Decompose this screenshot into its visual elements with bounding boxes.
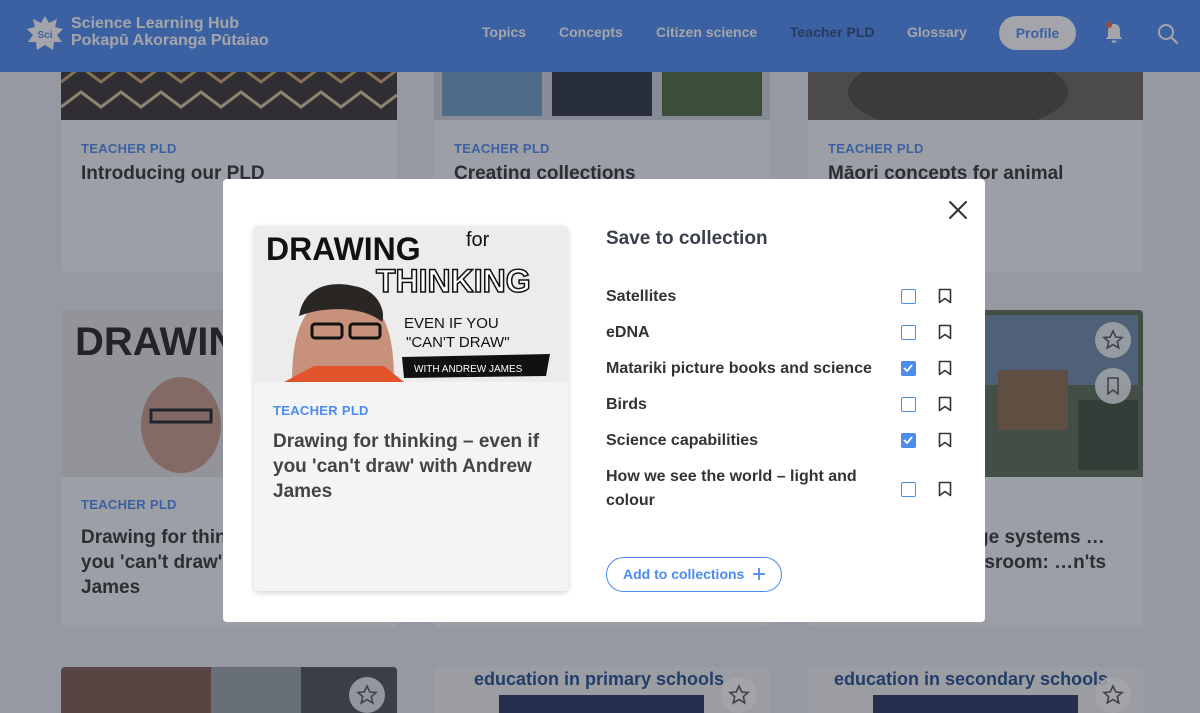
collection-label: Satellites [606, 288, 677, 305]
bookmark-icon[interactable] [938, 324, 952, 340]
checkmark-icon [903, 364, 913, 373]
bookmark-icon[interactable] [938, 288, 952, 304]
collection-label: Science capabilities [606, 432, 759, 449]
collection-label: Matariki picture books and science [606, 360, 872, 377]
bookmark-icon[interactable] [938, 396, 952, 412]
collection-label: How we see the world – light and colour [606, 468, 857, 509]
collection-checkbox-checked[interactable] [901, 433, 916, 448]
add-to-collections-button[interactable]: Add to collections [606, 557, 782, 592]
collection-checkbox[interactable] [901, 325, 916, 340]
svg-text:THINKING: THINKING [376, 263, 531, 299]
close-icon[interactable] [943, 195, 973, 225]
svg-text:"CAN'T DRAW": "CAN'T DRAW" [406, 334, 510, 351]
collection-checkbox-checked[interactable] [901, 361, 916, 376]
collection-checkbox[interactable] [901, 482, 916, 497]
svg-text:WITH ANDREW JAMES: WITH ANDREW JAMES [414, 364, 523, 375]
resource-preview-card: DRAWING for THINKING EVEN IF YOU "CAN'T … [254, 226, 568, 591]
svg-text:EVEN IF YOU: EVEN IF YOU [404, 315, 499, 332]
bookmark-icon[interactable] [938, 432, 952, 448]
preview-image: DRAWING for THINKING EVEN IF YOU "CAN'T … [254, 226, 568, 382]
checkmark-icon [903, 436, 913, 445]
preview-tag: TEACHER PLD [273, 403, 369, 418]
dialog-title: Save to collection [606, 228, 768, 249]
collection-checkbox[interactable] [901, 289, 916, 304]
svg-text:DRAWING: DRAWING [266, 231, 421, 267]
collection-checkbox[interactable] [901, 397, 916, 412]
collection-label: Birds [606, 396, 647, 413]
collection-label: eDNA [606, 324, 650, 341]
plus-icon [753, 568, 765, 580]
add-to-collections-label: Add to collections [623, 566, 745, 582]
save-to-collection-dialog: DRAWING for THINKING EVEN IF YOU "CAN'T … [223, 179, 985, 622]
bookmark-icon[interactable] [938, 360, 952, 376]
bookmark-icon[interactable] [938, 481, 952, 497]
svg-text:for: for [466, 229, 490, 251]
preview-title: Drawing for thinking – even if you 'can'… [273, 431, 540, 502]
